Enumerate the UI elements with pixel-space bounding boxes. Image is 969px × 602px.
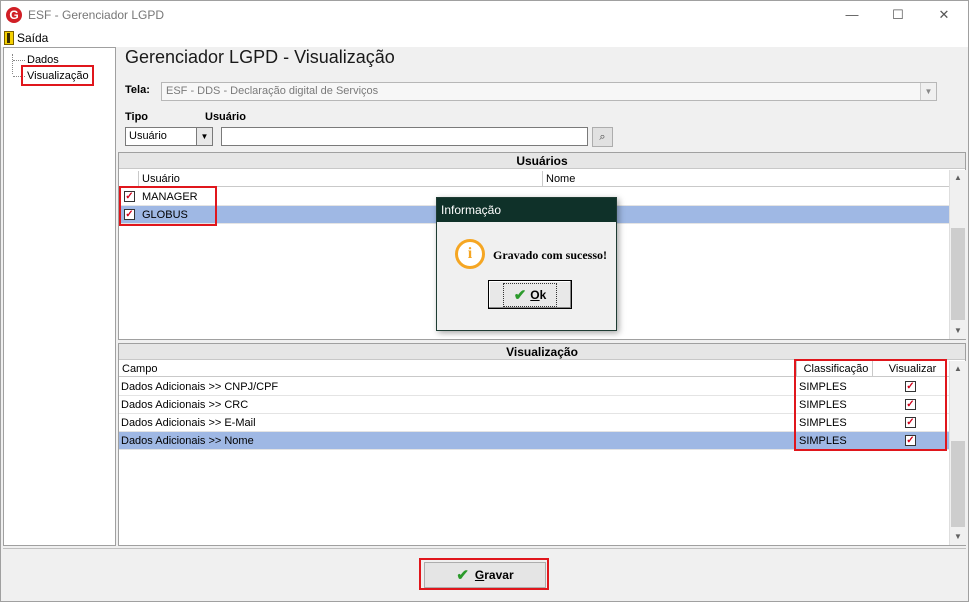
tree-connector (13, 76, 25, 77)
ok-button-label: Ok (530, 287, 547, 302)
campo-cell: Dados Adicionais >> CRC (121, 399, 249, 411)
campo-cell: Dados Adicionais >> CNPJ/CPF (121, 381, 279, 393)
ok-button-focus: ✔ Ok (502, 282, 558, 307)
usuario-input[interactable] (221, 127, 588, 146)
campo-cell: Dados Adicionais >> E-Mail (121, 417, 256, 429)
title-bar: G ESF - Gerenciador LGPD — ☐ ✕ (1, 1, 968, 29)
tree-item-visualizacao[interactable]: Visualização (27, 70, 89, 82)
visualizar-checkbox[interactable]: ✓ (905, 399, 916, 410)
scroll-down-icon[interactable]: ▼ (950, 529, 966, 545)
usuarios-scrollbar[interactable]: ▲ ▼ (949, 170, 966, 339)
tela-select[interactable]: ESF - DDS - Declaração digital de Serviç… (161, 82, 937, 101)
usuarios-grid-header: Usuário Nome (119, 171, 949, 187)
scroll-up-icon[interactable]: ▲ (950, 170, 966, 186)
window-title: ESF - Gerenciador LGPD (28, 8, 165, 22)
close-button[interactable]: ✕ (921, 1, 967, 29)
menu-exit-label: Saída (17, 31, 49, 45)
tela-label: Tela: (125, 84, 150, 96)
table-row[interactable]: Dados Adicionais >> Nome SIMPLES ✓ (119, 432, 949, 450)
visualizar-checkbox[interactable]: ✓ (905, 381, 916, 392)
visualizacao-col-visualizar[interactable]: Visualizar (873, 361, 949, 376)
table-row[interactable]: Dados Adicionais >> CRC SIMPLES ✓ (119, 396, 949, 414)
save-button-label: Gravar (474, 568, 514, 582)
visualizacao-col-classificacao[interactable]: Classificação (797, 361, 873, 376)
table-row[interactable]: Dados Adicionais >> E-Mail SIMPLES ✓ (119, 414, 949, 432)
usuarios-col-usuario[interactable]: Usuário (139, 171, 543, 186)
menu-bar: Saída (1, 29, 968, 47)
usuarios-col-check (119, 171, 139, 186)
visualizacao-header: Visualização (119, 344, 965, 360)
dialog-title: Informação (437, 198, 616, 222)
scroll-thumb[interactable] (951, 228, 965, 320)
visualizacao-panel: Visualização Campo Classificação Visuali… (118, 343, 966, 546)
usuario-cell: MANAGER (142, 191, 198, 203)
tela-select-value: ESF - DDS - Declaração digital de Serviç… (166, 85, 379, 97)
scroll-down-icon[interactable]: ▼ (950, 323, 966, 339)
scroll-thumb[interactable] (951, 441, 965, 527)
usuario-cell: GLOBUS (142, 209, 188, 221)
usuario-checkbox[interactable]: ✓ (124, 191, 135, 202)
menu-exit[interactable]: Saída (4, 30, 48, 46)
maximize-button[interactable]: ☐ (875, 1, 921, 29)
tipo-select[interactable]: Usuário ▼ (125, 127, 213, 146)
visualizacao-scrollbar[interactable]: ▲ ▼ (949, 361, 966, 545)
ok-button[interactable]: ✔ Ok (488, 280, 572, 309)
checkmark-icon: ✔ (513, 286, 527, 304)
classificacao-cell[interactable]: SIMPLES (799, 378, 847, 396)
tree-connector (12, 54, 13, 74)
chevron-down-icon[interactable]: ▼ (196, 128, 212, 145)
footer-bar: ✔ Gravar (3, 548, 966, 600)
minimize-button[interactable]: — (829, 1, 875, 29)
tree-connector (13, 60, 25, 61)
usuario-checkbox[interactable]: ✓ (124, 209, 135, 220)
navigation-tree: Dados Visualização (3, 47, 116, 546)
page-title: Gerenciador LGPD - Visualização (125, 47, 395, 67)
tipo-label: Tipo (125, 111, 149, 123)
scroll-up-icon[interactable]: ▲ (950, 361, 966, 377)
binoculars-icon: ⌕ (599, 131, 606, 143)
visualizar-checkbox[interactable]: ✓ (905, 417, 916, 428)
classificacao-cell[interactable]: SIMPLES (799, 432, 847, 450)
info-icon: i (455, 239, 485, 269)
app-logo-icon: G (6, 7, 22, 23)
chevron-down-icon[interactable]: ▼ (920, 83, 936, 100)
dialog-message: Gravado com sucesso! (493, 248, 607, 262)
save-button[interactable]: ✔ Gravar (424, 562, 546, 588)
usuario-label: Usuário (205, 111, 246, 123)
exit-door-icon (4, 31, 14, 45)
classificacao-cell[interactable]: SIMPLES (799, 414, 847, 432)
classificacao-cell[interactable]: SIMPLES (799, 396, 847, 414)
tree-item-dados[interactable]: Dados (27, 54, 59, 66)
tipo-select-value: Usuário (129, 130, 167, 142)
visualizar-checkbox[interactable]: ✓ (905, 435, 916, 446)
usuarios-col-nome[interactable]: Nome (543, 171, 949, 186)
usuarios-header: Usuários (119, 153, 965, 169)
visualizacao-col-campo[interactable]: Campo (119, 361, 797, 376)
table-row[interactable]: Dados Adicionais >> CNPJ/CPF SIMPLES ✓ (119, 378, 949, 396)
search-button[interactable]: ⌕ (592, 127, 613, 147)
app-window: G ESF - Gerenciador LGPD — ☐ ✕ Saída Dad… (0, 0, 969, 602)
visualizacao-grid-header: Campo Classificação Visualizar (119, 361, 949, 377)
checkmark-icon: ✔ (456, 567, 469, 584)
campo-cell: Dados Adicionais >> Nome (121, 435, 254, 447)
info-dialog: Informação i Gravado com sucesso! ✔ Ok (436, 197, 617, 331)
